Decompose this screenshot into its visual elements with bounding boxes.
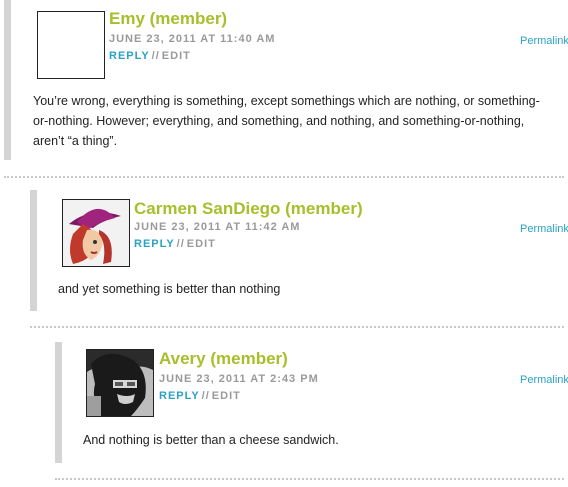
- thread-bar: [4, 0, 11, 160]
- comment-actions: REPLY//EDIT: [109, 50, 191, 62]
- reply-link[interactable]: REPLY: [159, 390, 200, 402]
- comment-carmen: Carmen SanDiego (member) JUNE 23, 2011 A…: [0, 190, 568, 315]
- avatar-carmen: [62, 199, 130, 267]
- reply-link[interactable]: REPLY: [109, 50, 150, 62]
- comment-divider: [30, 326, 564, 328]
- permalink-link[interactable]: Permalink: [520, 374, 568, 386]
- comment-actions: REPLY//EDIT: [134, 238, 216, 250]
- comment-actions: REPLY//EDIT: [159, 390, 241, 402]
- comment-divider: [4, 176, 564, 178]
- permalink-link[interactable]: Permalink: [520, 35, 568, 47]
- carmen-avatar-icon: [63, 200, 129, 266]
- comment-date: JUNE 23, 2011 AT 11:42 AM: [134, 221, 301, 233]
- thread-bar: [55, 342, 62, 463]
- action-separator: //: [151, 50, 160, 62]
- comment-body: You’re wrong, everything is something, e…: [33, 94, 540, 148]
- edit-link[interactable]: EDIT: [187, 238, 216, 250]
- reply-link[interactable]: REPLY: [134, 238, 175, 250]
- comment-author[interactable]: Carmen SanDiego (member): [134, 199, 363, 219]
- comment-avery: Avery (member) JUNE 23, 2011 AT 2:43 PM …: [0, 342, 568, 467]
- comment-divider: [55, 478, 564, 480]
- comment-date: JUNE 23, 2011 AT 2:43 PM: [159, 373, 319, 385]
- permalink-link[interactable]: Permalink: [520, 223, 568, 235]
- comment-date: JUNE 23, 2011 AT 11:40 AM: [109, 33, 276, 45]
- action-separator: //: [201, 390, 210, 402]
- thread-bar: [30, 190, 37, 311]
- edit-link[interactable]: EDIT: [162, 50, 191, 62]
- comment-author[interactable]: Avery (member): [159, 349, 288, 369]
- comment-body: and yet something is better than nothing: [58, 282, 281, 296]
- avatar-avery: [86, 349, 154, 417]
- comment-emy: Emy (member) JUNE 23, 2011 AT 11:40 AM R…: [0, 0, 568, 165]
- avatar-emy: [37, 11, 105, 79]
- avery-avatar-icon: [87, 350, 153, 416]
- comment-author[interactable]: Emy (member): [109, 9, 227, 29]
- edit-link[interactable]: EDIT: [212, 390, 241, 402]
- comment-body: And nothing is better than a cheese sand…: [83, 433, 339, 447]
- action-separator: //: [176, 238, 185, 250]
